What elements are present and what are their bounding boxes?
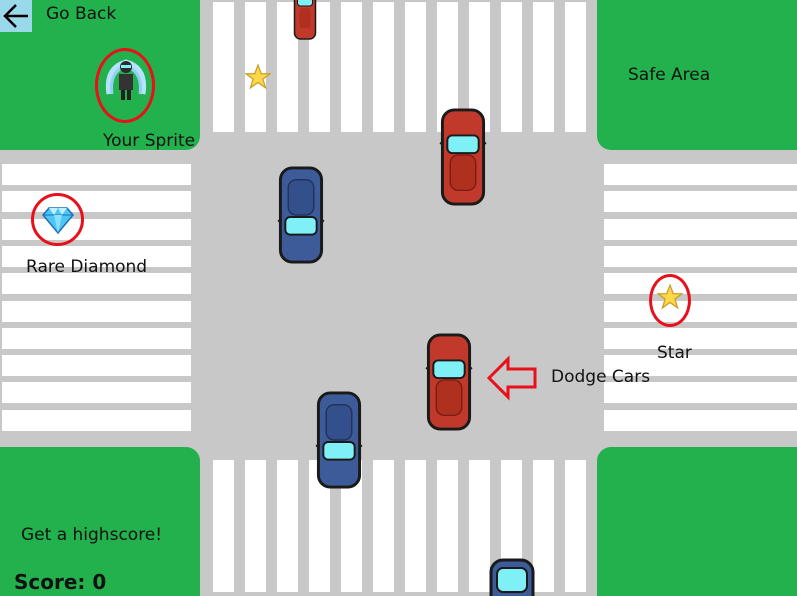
crosswalk-stripe <box>277 460 298 592</box>
diamond-label: Rare Diamond <box>26 257 148 277</box>
crosswalk-stripe <box>533 2 554 132</box>
back-button[interactable] <box>0 0 32 32</box>
crosswalk-stripe <box>501 2 522 132</box>
crosswalk-stripe <box>604 301 797 322</box>
diamond-icon[interactable] <box>42 206 74 234</box>
star-icon[interactable] <box>245 64 271 90</box>
crosswalk-stripe <box>604 410 797 431</box>
crosswalk-stripe <box>565 2 586 132</box>
blue-car-upper <box>277 166 325 264</box>
blue-car-lower <box>315 391 363 489</box>
crosswalk-stripe <box>405 460 426 592</box>
crosswalk-stripe <box>604 273 797 294</box>
crosswalk-stripe <box>2 191 191 212</box>
dodge-cars-label: Dodge Cars <box>551 367 651 387</box>
crosswalk-stripe <box>604 219 797 240</box>
star-icon[interactable] <box>657 284 683 310</box>
crosswalk-stripe <box>2 164 191 185</box>
crosswalk-stripe <box>604 164 797 185</box>
back-button-label[interactable]: Go Back <box>46 4 116 24</box>
crosswalk-stripe <box>565 460 586 592</box>
grass-bottom-right <box>597 447 797 596</box>
crosswalk-stripe <box>2 301 191 322</box>
crosswalk-stripe <box>437 460 458 592</box>
highscore-hint: Get a highscore! <box>21 525 163 545</box>
red-car-upper-lane <box>439 108 487 206</box>
crosswalk-stripe <box>2 355 191 376</box>
arrow-left-outline-icon <box>486 355 537 401</box>
score-display: Score: 0 <box>14 570 107 594</box>
red-car-top <box>293 0 317 40</box>
crosswalk-stripe <box>2 382 191 403</box>
sprite-label: Your Sprite <box>103 131 196 151</box>
crosswalk-stripe <box>604 246 797 267</box>
star-label: Star <box>657 343 692 363</box>
crosswalk-stripe <box>405 2 426 132</box>
red-car-lower <box>425 333 473 431</box>
crosswalk-stripe <box>373 460 394 592</box>
safe-area-label: Safe Area <box>628 65 711 85</box>
crosswalk-stripe <box>604 191 797 212</box>
player-sprite[interactable] <box>101 54 151 104</box>
arrow-left-icon <box>3 4 28 28</box>
blue-car-bottom <box>489 558 535 596</box>
crosswalk-stripe <box>2 410 191 431</box>
crosswalk-stripe <box>213 460 234 592</box>
crosswalk-stripe <box>604 328 797 349</box>
crosswalk-stripe <box>245 460 266 592</box>
crosswalk-stripe <box>373 2 394 132</box>
crosswalk-stripe <box>341 2 362 132</box>
crosswalk-stripe <box>213 2 234 132</box>
crosswalk-stripe <box>2 328 191 349</box>
